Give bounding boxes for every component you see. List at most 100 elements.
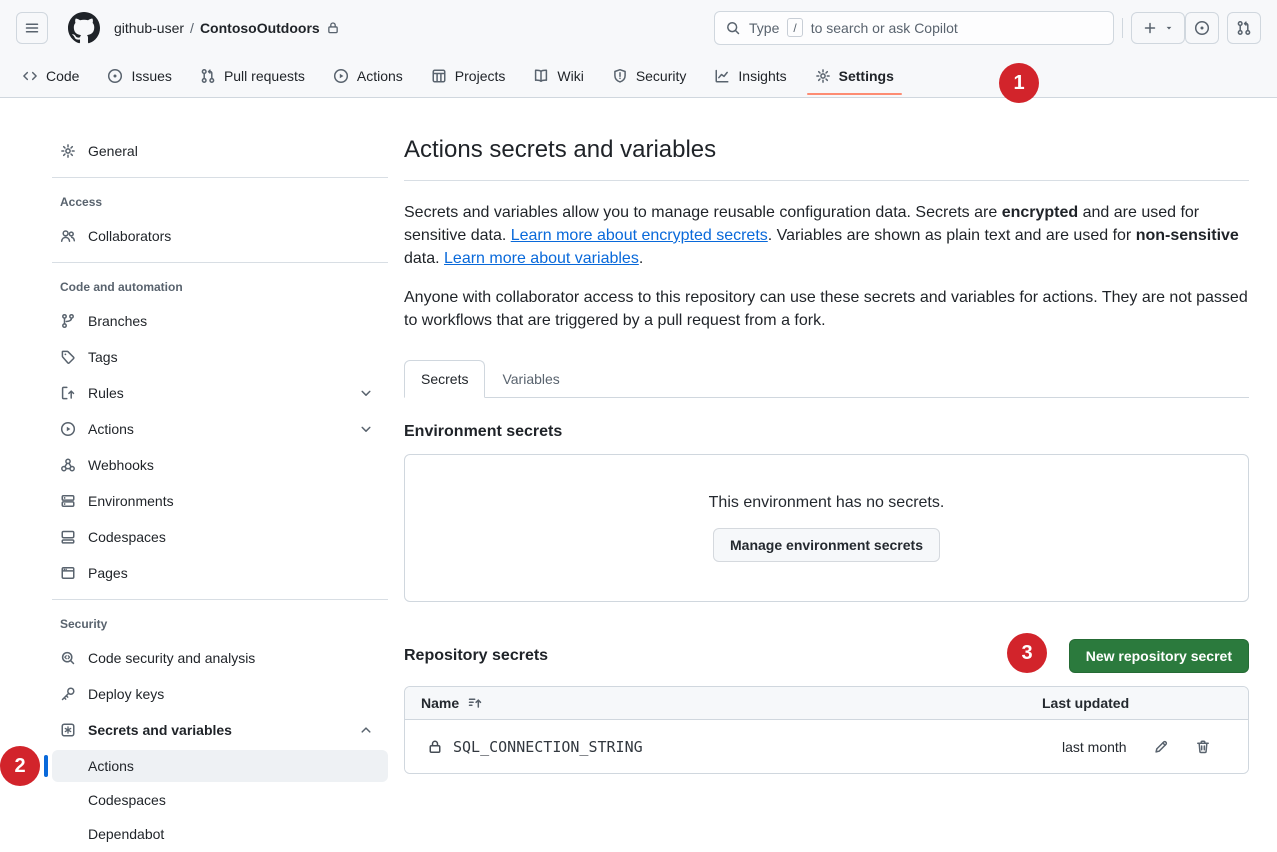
tab-secrets[interactable]: Secrets xyxy=(404,360,485,398)
sidebar-subitem-dependabot[interactable]: Dependabot xyxy=(52,818,388,850)
sidebar-section-security: Security xyxy=(52,600,388,640)
tab-label: Actions xyxy=(357,61,403,91)
issue-icon xyxy=(107,68,123,84)
sidebar-subitem-codespaces[interactable]: Codespaces xyxy=(52,784,388,816)
tab-label: Security xyxy=(636,61,687,91)
pencil-icon xyxy=(1153,739,1169,755)
breadcrumb-repo-link[interactable]: ContosoOutdoors xyxy=(200,20,320,36)
hamburger-icon xyxy=(24,20,40,36)
sidebar-item-general[interactable]: General xyxy=(52,133,388,169)
name-column-header: Name xyxy=(421,695,459,711)
sidebar-item-label: Branches xyxy=(88,313,147,329)
sidebar-item-label: Secrets and variables xyxy=(88,722,232,738)
branch-icon xyxy=(60,313,76,329)
bold-text: non-sensitive xyxy=(1136,227,1239,244)
tab-settings[interactable]: Settings xyxy=(807,55,902,97)
sidebar-item-label: Pages xyxy=(88,565,128,581)
breadcrumb-separator: / xyxy=(190,20,194,36)
secret-row: SQL_CONNECTION_STRINGlast month xyxy=(405,720,1248,773)
learn-more-link[interactable]: Learn more about variables xyxy=(444,250,639,267)
delete-secret-button[interactable] xyxy=(1195,739,1211,755)
search-icon xyxy=(725,20,741,36)
repository-secrets-table: Name Last updated SQL_CONNECTION_STRINGl… xyxy=(404,686,1249,774)
chevron-down-icon xyxy=(358,385,374,401)
tab-variables[interactable]: Variables xyxy=(485,360,576,398)
code-icon xyxy=(22,68,38,84)
tab-security[interactable]: Security xyxy=(604,55,695,97)
book-icon xyxy=(533,68,549,84)
text-segment: . Variables are shown as plain text and … xyxy=(768,227,1136,244)
plus-icon xyxy=(1142,20,1158,36)
trash-icon xyxy=(1195,739,1211,755)
sidebar-item-secrets-and-variables[interactable]: Secrets and variables xyxy=(52,712,388,748)
tab-pull-requests[interactable]: Pull requests xyxy=(192,55,313,97)
sidebar-item-branches[interactable]: Branches xyxy=(52,303,388,339)
pull-request-icon xyxy=(200,68,216,84)
tab-label: Settings xyxy=(839,61,894,91)
tab-code[interactable]: Code xyxy=(14,55,87,97)
sidebar-item-rules[interactable]: Rules xyxy=(52,375,388,411)
play-icon xyxy=(333,68,349,84)
sidebar-item-label: Codespaces xyxy=(88,529,166,545)
edit-secret-button[interactable] xyxy=(1153,739,1169,755)
tab-label: Wiki xyxy=(557,61,583,91)
global-pull-requests-button[interactable] xyxy=(1227,12,1261,44)
hamburger-menu-button[interactable] xyxy=(16,12,48,44)
global-search-input[interactable]: Type / to search or ask Copilot xyxy=(714,11,1114,45)
tab-label: Projects xyxy=(455,61,506,91)
sidebar-item-pages[interactable]: Pages xyxy=(52,555,388,591)
main-content: Actions secrets and variables Secrets an… xyxy=(404,130,1249,774)
chevron-down-icon xyxy=(358,421,374,437)
annotation-step-2: 2 xyxy=(0,746,40,786)
webhook-icon xyxy=(60,457,76,473)
repository-secrets-heading: Repository secrets xyxy=(404,646,548,666)
sort-asc-icon[interactable] xyxy=(467,695,483,711)
sidebar-item-webhooks[interactable]: Webhooks xyxy=(52,447,388,483)
graph-icon xyxy=(714,68,730,84)
sidebar-item-collaborators[interactable]: Collaborators xyxy=(52,218,388,254)
global-issues-button[interactable] xyxy=(1185,12,1219,44)
sidebar-item-label: Actions xyxy=(88,421,134,437)
slash-key-hint: / xyxy=(787,18,802,37)
sidebar-subitem-actions[interactable]: Actions xyxy=(52,750,388,782)
settings-sidebar: GeneralAccessCollaboratorsCode and autom… xyxy=(52,133,388,852)
new-repository-secret-button[interactable]: New repository secret xyxy=(1069,639,1249,673)
create-new-button[interactable] xyxy=(1131,12,1185,44)
last-updated-column-header: Last updated xyxy=(1042,695,1232,711)
search-placeholder-suffix: to search or ask Copilot xyxy=(811,20,958,36)
breadcrumb: github-user / ContosoOutdoors xyxy=(114,20,340,36)
tab-issues[interactable]: Issues xyxy=(99,55,179,97)
shield-icon xyxy=(612,68,628,84)
secret-row-actions: last month xyxy=(1042,739,1232,755)
gear-icon xyxy=(815,68,831,84)
breadcrumb-owner-link[interactable]: github-user xyxy=(114,20,184,36)
environments-icon xyxy=(60,493,76,509)
sidebar-item-deploy-keys[interactable]: Deploy keys xyxy=(52,676,388,712)
sidebar-item-tags[interactable]: Tags xyxy=(52,339,388,375)
sidebar-item-actions[interactable]: Actions xyxy=(52,411,388,447)
annotation-step-3: 3 xyxy=(1007,633,1047,673)
sidebar-item-codespaces[interactable]: Codespaces xyxy=(52,519,388,555)
environment-secrets-empty-box: This environment has no secrets. Manage … xyxy=(404,454,1249,602)
tab-projects[interactable]: Projects xyxy=(423,55,514,97)
learn-more-link[interactable]: Learn more about encrypted secrets xyxy=(511,227,768,244)
github-logo[interactable] xyxy=(68,12,100,44)
project-icon xyxy=(431,68,447,84)
text-segment: . xyxy=(639,250,643,267)
last-updated-value: last month xyxy=(1062,739,1127,755)
tab-actions[interactable]: Actions xyxy=(325,55,411,97)
page-title: Actions secrets and variables xyxy=(404,134,1249,181)
tab-insights[interactable]: Insights xyxy=(706,55,794,97)
environment-secrets-empty-message: This environment has no secrets. xyxy=(709,494,945,512)
tab-wiki[interactable]: Wiki xyxy=(525,55,591,97)
sidebar-item-environments[interactable]: Environments xyxy=(52,483,388,519)
manage-environment-secrets-button[interactable]: Manage environment secrets xyxy=(713,528,940,562)
tab-label: Pull requests xyxy=(224,61,305,91)
sidebar-item-label: Code security and analysis xyxy=(88,650,255,666)
collaborator-paragraph: Anyone with collaborator access to this … xyxy=(404,286,1249,332)
issue-opened-icon xyxy=(1194,20,1210,36)
sidebar-item-label: Tags xyxy=(88,349,118,365)
codespaces-icon xyxy=(60,529,76,545)
sidebar-item-code-security-and-analysis[interactable]: Code security and analysis xyxy=(52,640,388,676)
tab-label: Code xyxy=(46,61,79,91)
